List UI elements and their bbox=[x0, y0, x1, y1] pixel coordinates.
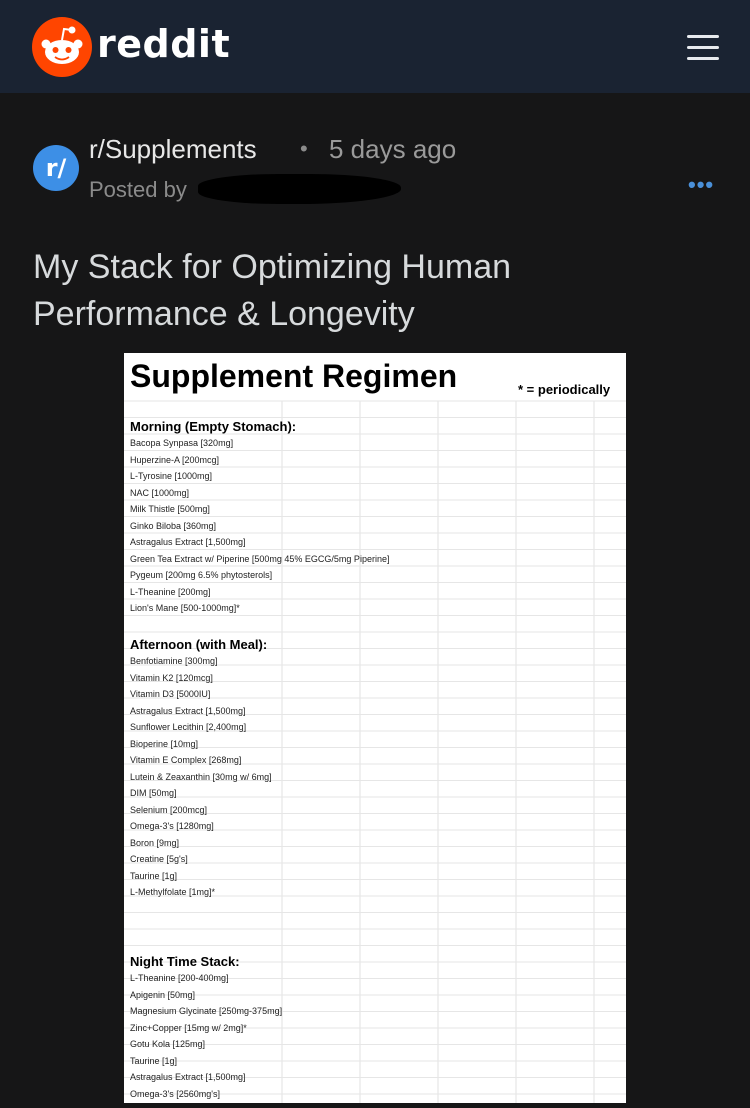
supplement-item: Vitamin D3 [5000IU] bbox=[130, 689, 211, 699]
subreddit-icon[interactable]: r/ bbox=[33, 145, 79, 191]
supplement-item: L-Tyrosine [1000mg] bbox=[130, 471, 213, 481]
supplement-item: L-Theanine [200mg] bbox=[130, 586, 211, 597]
top-bar: reddit bbox=[0, 0, 750, 93]
posted-by-label: Posted by bbox=[89, 177, 187, 202]
supplement-item: Lutein & Zeaxanthin [30mg w/ 6mg] bbox=[130, 771, 272, 782]
supplement-item: Milk Thistle [500mg] bbox=[130, 504, 210, 514]
reddit-logo-icon[interactable] bbox=[32, 17, 92, 77]
supplement-item: Apigenin [50mg] bbox=[130, 989, 196, 1000]
reddit-wordmark[interactable]: reddit bbox=[97, 22, 230, 66]
spreadsheet-note: * = periodically bbox=[518, 382, 611, 397]
redacted-username bbox=[198, 174, 401, 204]
supplement-item: NAC [1000mg] bbox=[130, 487, 190, 498]
supplement-item: Magnesium Glycinate [250mg-375mg] bbox=[130, 1006, 283, 1016]
supplement-item: Vitamin E Complex [268mg] bbox=[130, 755, 242, 765]
meta-separator: • bbox=[300, 136, 308, 161]
section-header: Morning (Empty Stomach): bbox=[130, 419, 297, 434]
supplement-item: Omega-3's [1280mg] bbox=[130, 821, 214, 831]
supplement-item: Astragalus Extract [1,500mg] bbox=[130, 537, 246, 547]
supplement-item: Bacopa Synpasa [320mg] bbox=[130, 438, 234, 448]
section-header: Afternoon (with Meal): bbox=[130, 637, 268, 652]
supplement-item: Green Tea Extract w/ Piperine [500mg 45%… bbox=[130, 553, 390, 564]
supplement-item: Vitamin K2 [120mcg] bbox=[130, 672, 213, 683]
supplement-item: Astragalus Extract [1,500mg] bbox=[130, 705, 246, 716]
supplement-item: Benfotiamine [300mg] bbox=[130, 656, 218, 666]
more-options-icon[interactable]: ••• bbox=[688, 172, 714, 198]
supplement-item: Gotu Kola [125mg] bbox=[130, 1039, 206, 1049]
post-image-spreadsheet[interactable]: Supplement Regimen * = periodically Morn… bbox=[124, 353, 626, 1103]
supplement-item: Pygeum [200mg 6.5% phytosterols] bbox=[130, 570, 273, 580]
post-timestamp: 5 days ago bbox=[329, 134, 457, 164]
supplement-item: Huperzine-A [200mcg] bbox=[130, 454, 220, 465]
post-title[interactable]: My Stack for Optimizing Human Performanc… bbox=[33, 244, 683, 338]
spreadsheet-title: Supplement Regimen bbox=[130, 358, 458, 394]
supplement-item: Bioperine [10mg] bbox=[130, 738, 199, 749]
hamburger-menu-icon[interactable] bbox=[687, 34, 719, 60]
supplement-item: DIM [50mg] bbox=[130, 788, 177, 798]
supplement-item: Omega-3's [2560mg's] bbox=[130, 1088, 220, 1099]
supplement-item: L-Methylfolate [1mg]* bbox=[130, 887, 216, 897]
supplement-item: Sunflower Lecithin [2,400mg] bbox=[130, 722, 247, 732]
supplement-item: L-Theanine [200-400mg] bbox=[130, 973, 229, 983]
supplement-item: Boron [9mg] bbox=[130, 837, 180, 848]
supplement-item: Taurine [1g] bbox=[130, 870, 178, 881]
supplement-item: Taurine [1g] bbox=[130, 1055, 178, 1066]
section-header: Night Time Stack: bbox=[130, 954, 240, 969]
supplement-item: Lion's Mane [500-1000mg]* bbox=[130, 603, 240, 613]
supplement-item: Astragalus Extract [1,500mg] bbox=[130, 1072, 246, 1082]
supplement-item: Creatine [5g's] bbox=[130, 854, 188, 864]
supplement-item: Zinc+Copper [15mg w/ 2mg]* bbox=[130, 1022, 247, 1033]
supplement-item: Selenium [200mcg] bbox=[130, 804, 208, 815]
subreddit-link[interactable]: r/Supplements bbox=[89, 134, 257, 165]
supplement-item: Ginko Biloba [360mg] bbox=[130, 520, 217, 531]
